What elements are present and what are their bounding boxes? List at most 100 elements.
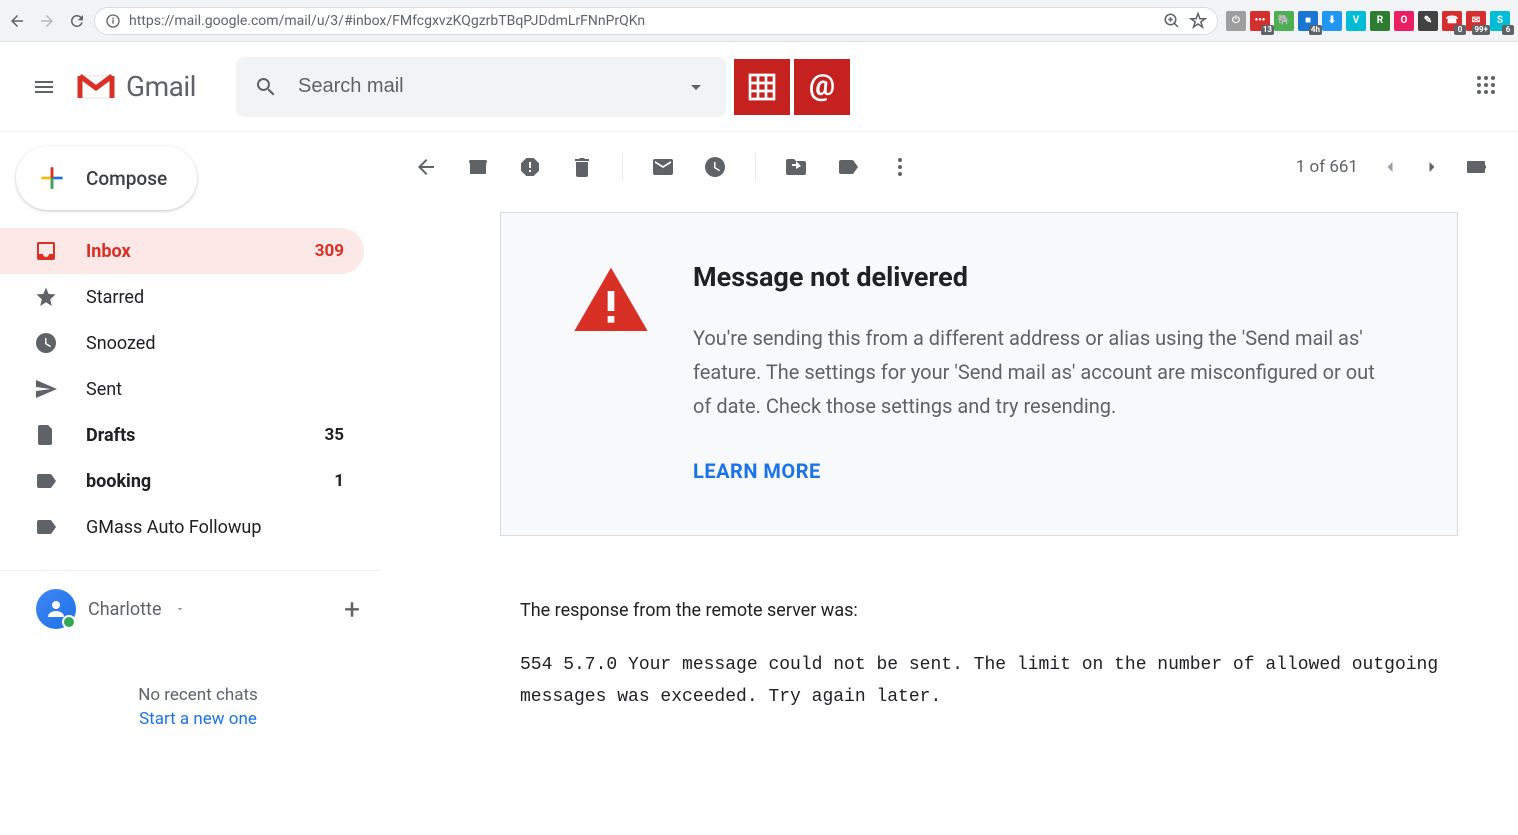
address-bar[interactable]: https://mail.google.com/mail/u/3/#inbox/…	[94, 7, 1218, 35]
more-icon[interactable]	[888, 155, 912, 179]
snooze-icon[interactable]	[703, 155, 727, 179]
response-code: 554 5.7.0 Your message could not be sent…	[520, 649, 1458, 714]
nav-count: 1	[334, 471, 344, 491]
response-label: The response from the remote server was:	[520, 600, 1458, 621]
extension-icon[interactable]: O	[1394, 11, 1414, 31]
back-icon[interactable]	[8, 12, 26, 30]
extension-icon[interactable]: V	[1346, 11, 1366, 31]
extension-icon[interactable]: ✎	[1418, 11, 1438, 31]
bounce-body: You're sending this from a different add…	[693, 321, 1397, 423]
compose-button[interactable]: Compose	[16, 146, 197, 210]
delete-icon[interactable]	[570, 155, 594, 179]
extension-icon[interactable]: ✉99+	[1466, 11, 1486, 31]
message-toolbar: 1 of 661	[400, 132, 1488, 202]
svg-text:@: @	[809, 71, 835, 103]
sidebar-item-booking[interactable]: booking 1	[0, 458, 364, 504]
start-chat-link[interactable]: Start a new one	[36, 709, 360, 729]
extension-icon[interactable]: ⬇	[1322, 11, 1342, 31]
file-icon	[34, 423, 58, 447]
newer-icon[interactable]	[1380, 157, 1400, 177]
label-icon	[34, 469, 58, 493]
nav-label: Starred	[86, 287, 344, 308]
inbox-icon	[34, 239, 58, 263]
sidebar-item-inbox[interactable]: Inbox 309	[0, 228, 364, 274]
extension-icon[interactable]: ☎0	[1442, 11, 1462, 31]
compose-label: Compose	[86, 167, 167, 190]
sidebar-item-starred[interactable]: Starred	[0, 274, 364, 320]
toolbar-divider	[755, 153, 756, 181]
hangouts-empty: No recent chats Start a new one	[36, 685, 360, 729]
gmail-brand-text: Gmail	[126, 70, 196, 103]
bounce-title: Message not delivered	[693, 261, 1397, 293]
search-input[interactable]	[298, 75, 684, 98]
nav-label: Inbox	[86, 241, 315, 262]
grid-icon	[746, 71, 778, 103]
extension-icon[interactable]: R	[1370, 11, 1390, 31]
extension-icon[interactable]: S6	[1490, 11, 1510, 31]
at-icon: @	[806, 71, 838, 103]
nav-label: Snoozed	[86, 333, 344, 354]
main-menu-button[interactable]	[20, 63, 68, 111]
search-icon[interactable]	[254, 75, 278, 99]
sidebar: Compose Inbox 309 Starred Snoozed Sent D…	[0, 132, 380, 835]
forward-icon[interactable]	[38, 12, 56, 30]
google-apps-button[interactable]	[1474, 73, 1498, 101]
search-bar[interactable]	[236, 57, 726, 117]
archive-icon[interactable]	[466, 155, 490, 179]
hangouts-section: Charlotte + No recent chats Start a new …	[0, 570, 380, 729]
input-tools-icon[interactable]	[1464, 155, 1488, 179]
gmass-grid-button[interactable]	[734, 59, 790, 115]
reload-icon[interactable]	[68, 12, 86, 30]
content-area: 1 of 661 Message not delivered You're se…	[380, 132, 1518, 835]
extension-icons: ⏻•••13🐘■4h⬇VRO✎☎0✉99+S6	[1226, 11, 1510, 31]
browser-nav	[8, 12, 86, 30]
gmail-logo-icon	[76, 72, 116, 102]
sidebar-item-sent[interactable]: Sent	[0, 366, 364, 412]
nav-label: Drafts	[86, 425, 324, 446]
main-layout: Compose Inbox 309 Starred Snoozed Sent D…	[0, 132, 1518, 835]
extension-icon[interactable]: •••13	[1250, 11, 1270, 31]
gmail-logo[interactable]: Gmail	[76, 70, 196, 103]
warning-icon	[571, 261, 651, 341]
sidebar-item-snoozed[interactable]: Snoozed	[0, 320, 364, 366]
older-icon[interactable]	[1422, 157, 1442, 177]
sidebar-item-gmass-auto-followup[interactable]: GMass Auto Followup	[0, 504, 364, 550]
spam-icon[interactable]	[518, 155, 542, 179]
back-to-inbox-icon[interactable]	[414, 155, 438, 179]
chevron-down-icon[interactable]	[174, 603, 186, 615]
label-icon	[34, 515, 58, 539]
new-chat-button[interactable]: +	[344, 593, 360, 626]
gmass-at-button[interactable]: @	[794, 59, 850, 115]
search-options-icon[interactable]	[684, 75, 708, 99]
hangouts-username: Charlotte	[88, 599, 162, 620]
nav-label: Sent	[86, 379, 344, 400]
response-section: The response from the remote server was:…	[520, 600, 1458, 714]
hamburger-icon	[32, 75, 56, 99]
url-text: https://mail.google.com/mail/u/3/#inbox/…	[129, 13, 1155, 29]
labels-icon[interactable]	[836, 155, 860, 179]
extension-icon[interactable]: 🐘	[1274, 11, 1294, 31]
header-right	[1474, 73, 1498, 101]
mark-unread-icon[interactable]	[651, 155, 675, 179]
sidebar-item-drafts[interactable]: Drafts 35	[0, 412, 364, 458]
avatar	[36, 589, 76, 629]
send-icon	[34, 377, 58, 401]
move-to-icon[interactable]	[784, 155, 808, 179]
zoom-icon[interactable]	[1163, 12, 1181, 30]
apps-grid-icon	[1474, 73, 1498, 97]
gmail-header: Gmail @	[0, 42, 1518, 132]
star-icon[interactable]	[1189, 12, 1207, 30]
bounce-message-box: Message not delivered You're sending thi…	[500, 212, 1458, 536]
toolbar-right: 1 of 661	[1296, 155, 1488, 179]
nav-label: booking	[86, 471, 334, 492]
compose-plus-icon	[36, 162, 68, 194]
hangouts-user-row[interactable]: Charlotte +	[36, 589, 360, 629]
nav-label: GMass Auto Followup	[86, 517, 344, 538]
bounce-content: Message not delivered You're sending thi…	[693, 261, 1397, 483]
nav-count: 35	[324, 425, 344, 445]
nav-list: Inbox 309 Starred Snoozed Sent Drafts 35…	[0, 228, 380, 550]
learn-more-link[interactable]: LEARN MORE	[693, 459, 1397, 483]
nav-count: 309	[315, 241, 344, 261]
extension-icon[interactable]: ■4h	[1298, 11, 1318, 31]
extension-icon[interactable]: ⏻	[1226, 11, 1246, 31]
